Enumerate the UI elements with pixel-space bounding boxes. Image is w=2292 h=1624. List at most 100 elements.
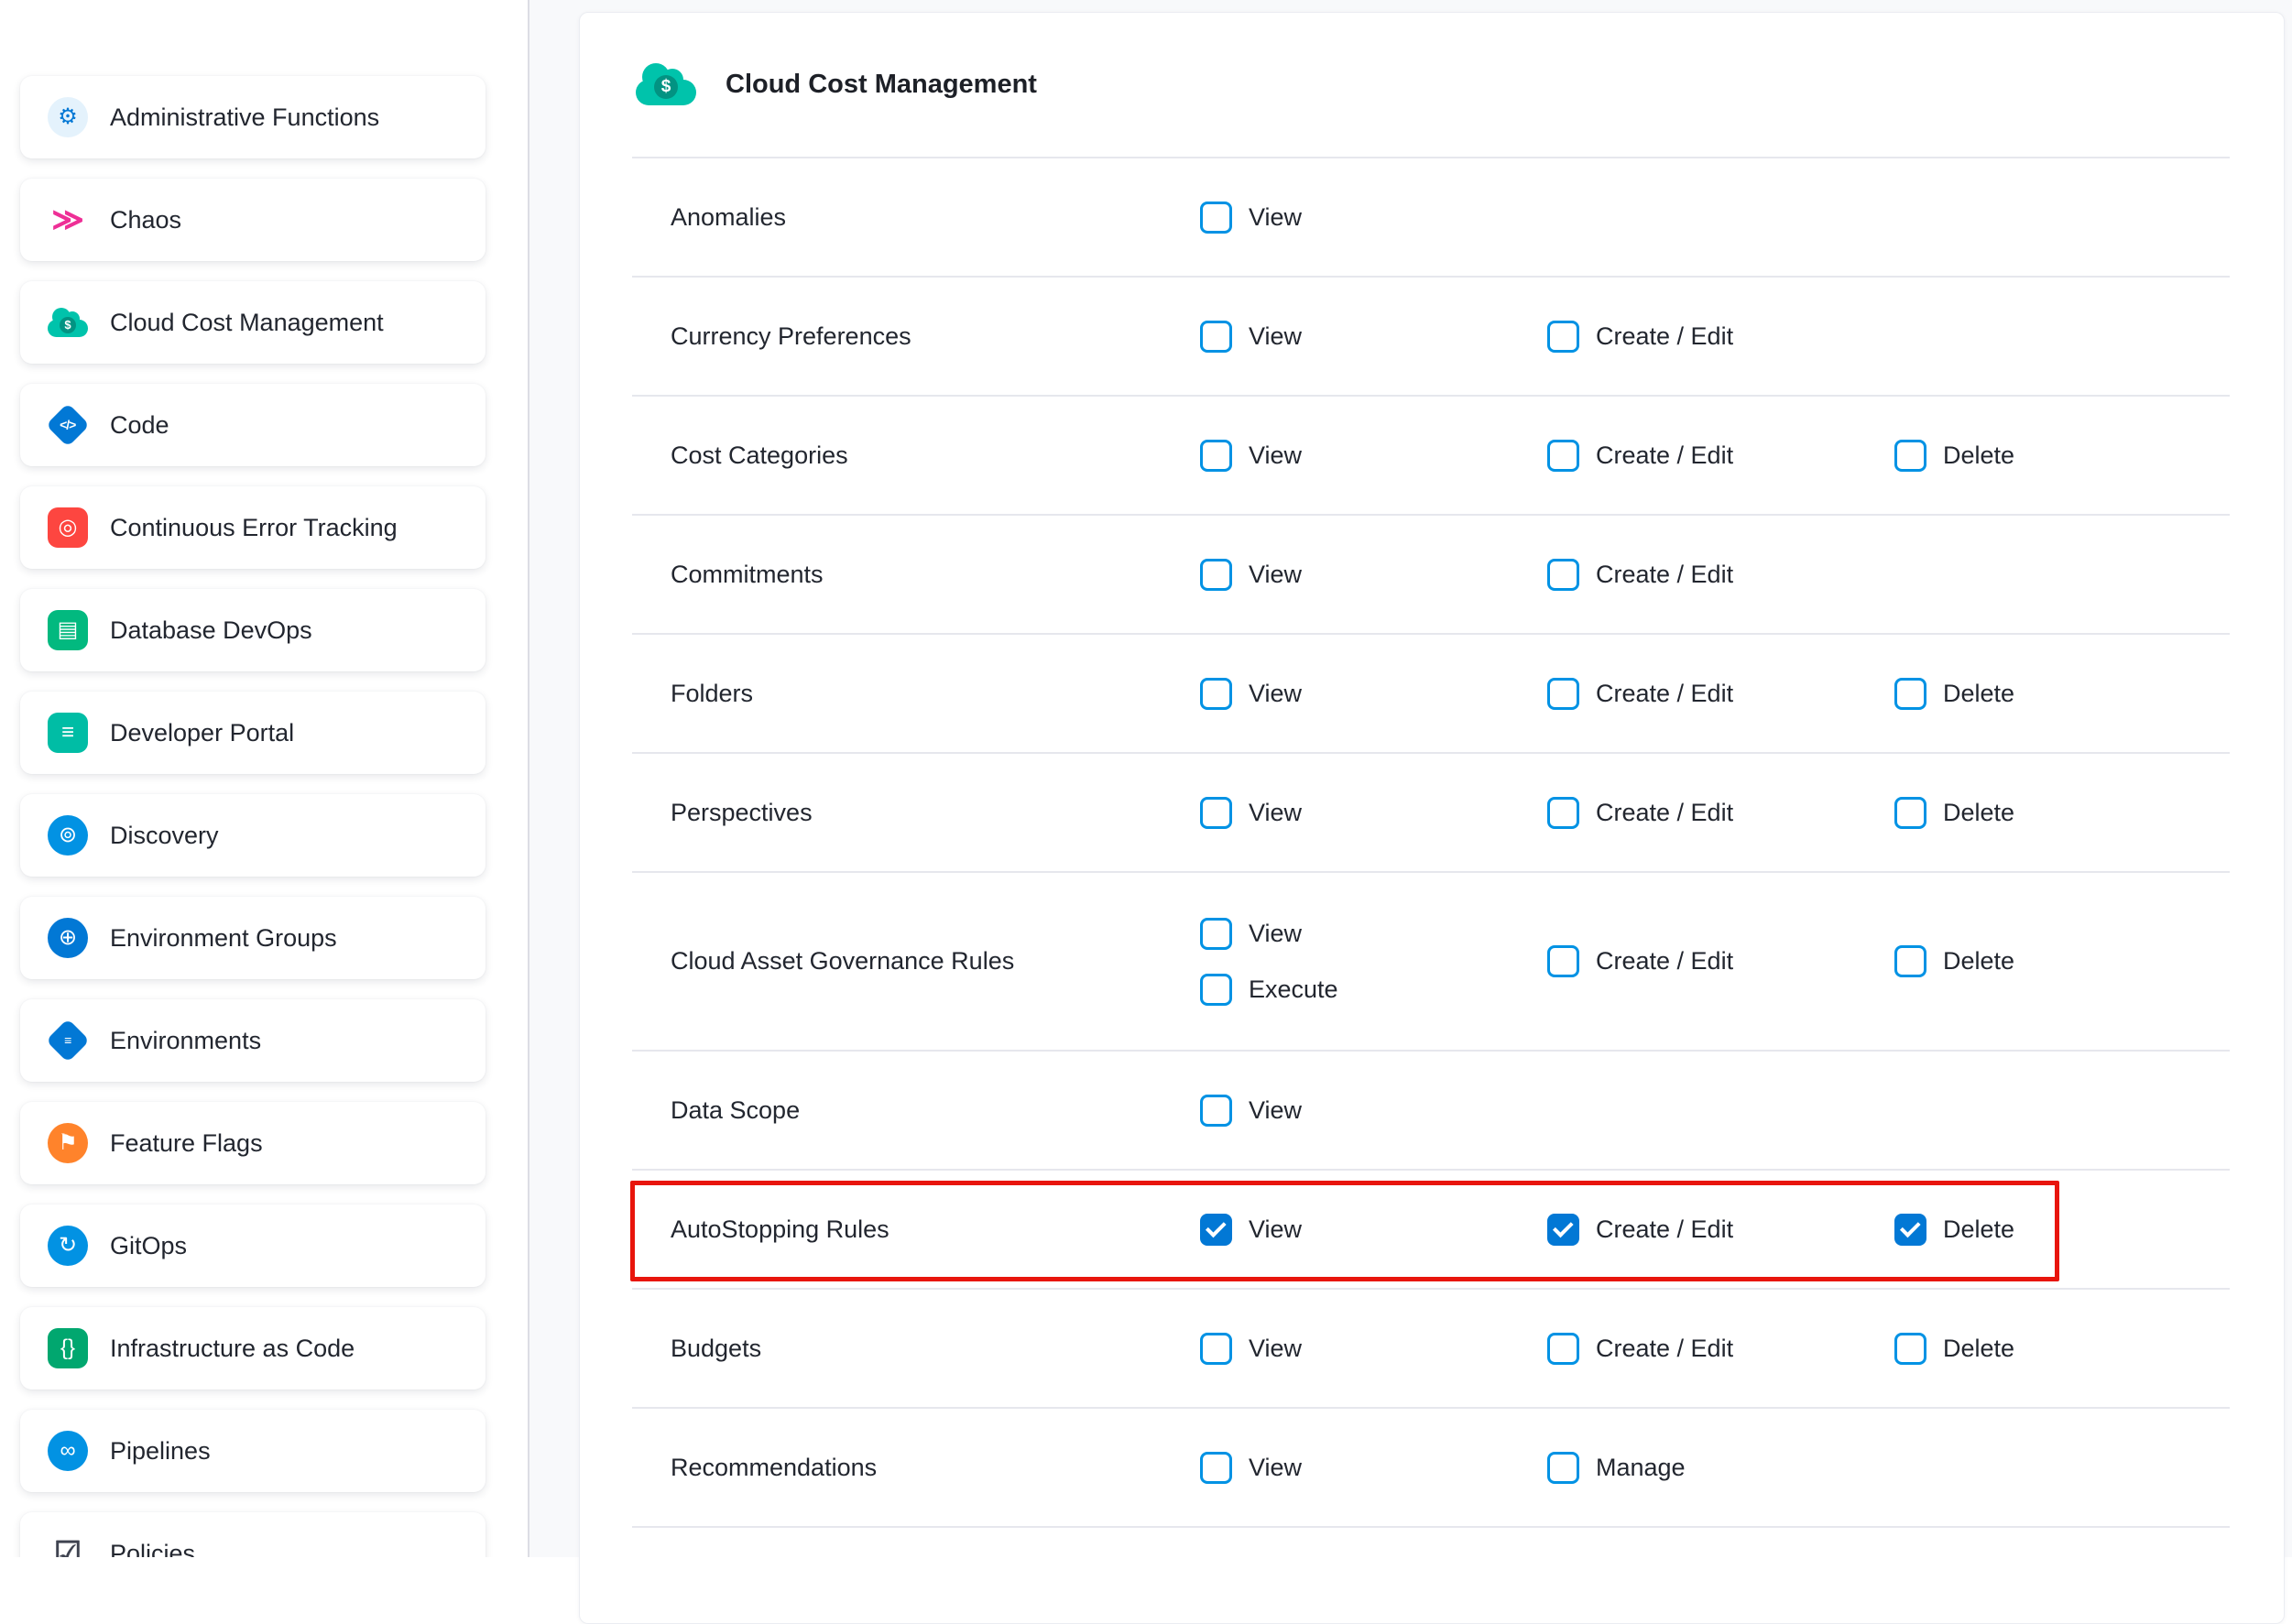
commitments-create-edit-checkbox[interactable] [1547,559,1579,591]
permission-label: View [1249,561,1302,589]
permission-data-scope-view: View [1200,1095,1547,1127]
permission-column: View [1200,440,1547,472]
resource-label: Commitments [632,561,1200,589]
panel-title: Cloud Cost Management [726,70,1037,100]
feature-flags-icon: ⚑ [48,1123,88,1163]
icon-glyph: ▤ [58,619,79,641]
cost-categories-view-checkbox[interactable] [1200,440,1232,472]
cloud-asset-governance-rules-create-edit-checkbox[interactable] [1547,945,1579,977]
icon-glyph: ∞ [60,1440,75,1462]
resource-label: Cloud Asset Governance Rules [632,947,1200,975]
database-devops-icon: ▤ [48,610,88,650]
anomalies-view-checkbox[interactable] [1200,202,1232,234]
currency-preferences-view-checkbox[interactable] [1200,321,1232,353]
panel-header: $ Cloud Cost Management [580,13,2284,157]
permission-commitments-create-edit: Create / Edit [1547,559,1894,591]
permission-label: View [1249,799,1302,827]
permission-column: Create / Edit [1547,1333,1894,1365]
autostopping-rules-create-edit-checkbox[interactable] [1547,1214,1579,1246]
permission-column: View [1200,321,1547,353]
sidebar-item-policies[interactable]: ☑ Policies [20,1512,486,1557]
permission-column: View [1200,1333,1547,1365]
sidebar-item-code[interactable]: </> Code [20,384,486,466]
permission-column: Delete [1894,1214,2230,1246]
resource-label: AutoStopping Rules [632,1215,1200,1244]
sidebar-item-cloud-cost-management[interactable]: $Cloud Cost Management [20,281,486,364]
sidebar-item-environments[interactable]: ≡Environments [20,999,486,1082]
permission-label: Create / Edit [1596,947,1733,975]
permission-label: Create / Edit [1596,441,1733,470]
currency-preferences-create-edit-checkbox[interactable] [1547,321,1579,353]
environment-groups-icon: ⊕ [48,918,88,958]
dollar-glyph: $ [654,75,678,99]
perspectives-create-edit-checkbox[interactable] [1547,797,1579,829]
icon-glyph: ↻ [59,1235,77,1257]
icon-glyph: ≡ [61,722,74,744]
folders-create-edit-checkbox[interactable] [1547,678,1579,710]
sidebar-item-chaos[interactable]: ≫Chaos [20,179,486,261]
commitments-view-checkbox[interactable] [1200,559,1232,591]
sidebar-item-administrative-functions[interactable]: ⚙Administrative Functions [20,76,486,158]
sidebar-item-label: Cloud Cost Management [110,309,384,337]
sidebar-item-label: Discovery [110,822,219,850]
budgets-view-checkbox[interactable] [1200,1333,1232,1365]
sidebar-item-infrastructure-as-code[interactable]: {}Infrastructure as Code [20,1307,486,1390]
permission-label: Create / Edit [1596,799,1733,827]
sidebar-item-label: Policies [110,1540,195,1558]
sidebar-item-developer-portal[interactable]: ≡ Developer Portal [20,692,486,774]
sidebar-item-discovery[interactable]: ⊚Discovery [20,794,486,877]
cloud-asset-governance-rules-execute-checkbox[interactable] [1200,974,1232,1006]
sidebar-item-label: Code [110,411,169,440]
permission-column: Delete [1894,678,2230,710]
code-icon: </> [46,403,90,447]
permission-row-cloud-asset-governance-rules: Cloud Asset Governance RulesViewExecute C… [632,873,2230,1052]
autostopping-rules-view-checkbox[interactable] [1200,1214,1232,1246]
permission-column: Delete [1894,945,2230,977]
permission-budgets-view: View [1200,1333,1547,1365]
cost-categories-create-edit-checkbox[interactable] [1547,440,1579,472]
permission-label: View [1249,1096,1302,1125]
sidebar-item-pipelines[interactable]: ∞Pipelines [20,1410,486,1492]
permission-label: Create / Edit [1596,322,1733,351]
sidebar-item-environment-groups[interactable]: ⊕Environment Groups [20,897,486,979]
resource-label: Data Scope [632,1096,1200,1125]
sidebar-item-database-devops[interactable]: ▤Database DevOps [20,589,486,671]
folders-view-checkbox[interactable] [1200,678,1232,710]
folders-delete-checkbox[interactable] [1894,678,1926,710]
permission-label: View [1249,920,1302,948]
sidebar-item-gitops[interactable]: ↻GitOps [20,1204,486,1287]
main-content: $ Cloud Cost Management AnomaliesViewCur… [529,0,2292,1557]
permission-label: View [1249,322,1302,351]
icon-glyph: {} [60,1337,75,1359]
pipelines-icon: ∞ [48,1431,88,1471]
recommendations-view-checkbox[interactable] [1200,1452,1232,1484]
sidebar-item-continuous-error-tracking[interactable]: ◎Continuous Error Tracking [20,486,486,569]
recommendations-manage-checkbox[interactable] [1547,1452,1579,1484]
resource-label: Perspectives [632,799,1200,827]
sidebar-item-label: Developer Portal [110,719,294,747]
cloud-asset-governance-rules-view-checkbox[interactable] [1200,918,1232,950]
sidebar-item-feature-flags[interactable]: ⚑Feature Flags [20,1102,486,1184]
permission-column: Create / Edit [1547,1214,1894,1246]
permission-column: View [1200,202,1547,234]
permission-label: Delete [1943,947,2014,975]
error-tracking-icon: ◎ [48,507,88,548]
permission-recommendations-view: View [1200,1452,1547,1484]
perspectives-view-checkbox[interactable] [1200,797,1232,829]
budgets-create-edit-checkbox[interactable] [1547,1333,1579,1365]
permission-currency-preferences-view: View [1200,321,1547,353]
autostopping-rules-delete-checkbox[interactable] [1894,1214,1926,1246]
permission-column: ViewExecute [1200,918,1547,1006]
cost-categories-delete-checkbox[interactable] [1894,440,1926,472]
policies-icon: ☑ [48,1533,88,1557]
budgets-delete-checkbox[interactable] [1894,1333,1926,1365]
developer-portal-icon: ≡ [48,713,88,753]
cloud-asset-governance-rules-delete-checkbox[interactable] [1894,945,1926,977]
data-scope-view-checkbox[interactable] [1200,1095,1232,1127]
perspectives-delete-checkbox[interactable] [1894,797,1926,829]
admin-gear-icon: ⚙ [48,97,88,137]
permission-budgets-create-edit: Create / Edit [1547,1333,1894,1365]
permission-label: View [1249,203,1302,232]
permission-autostopping-rules-create-edit: Create / Edit [1547,1214,1894,1246]
permission-column: Create / Edit [1547,559,1894,591]
